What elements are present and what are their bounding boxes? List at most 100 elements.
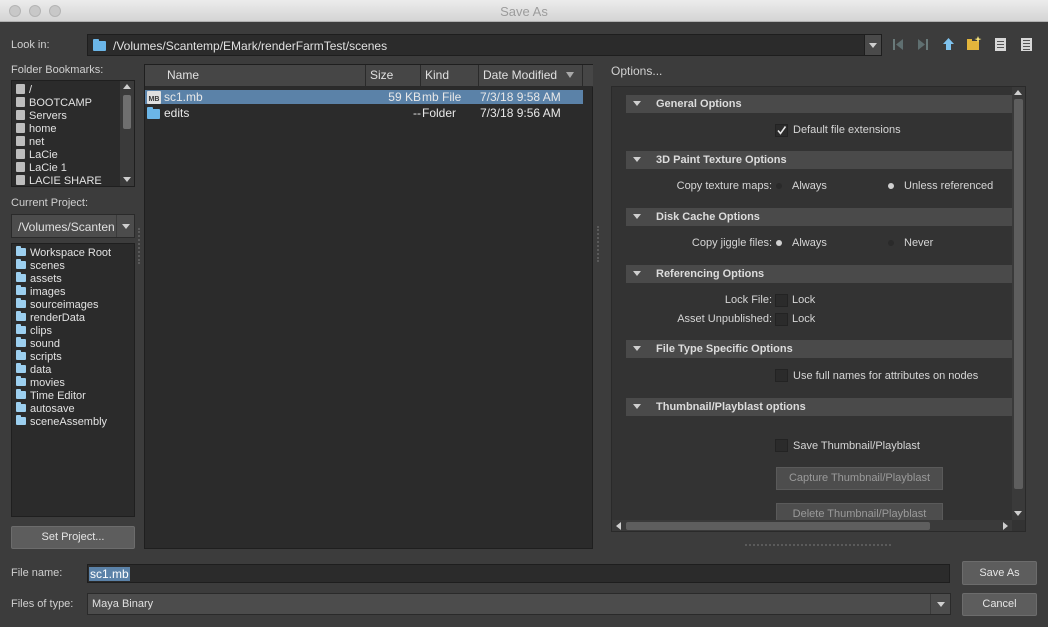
bookmark-item[interactable]: BOOTCAMP xyxy=(12,97,120,110)
workspace-item[interactable]: data xyxy=(12,363,111,377)
splitter-handle[interactable] xyxy=(138,228,140,264)
column-header-name[interactable]: Name xyxy=(145,65,366,87)
checkmark-icon xyxy=(777,126,787,135)
workspace-item[interactable]: scripts xyxy=(12,350,111,364)
workspace-item[interactable]: Workspace Root xyxy=(12,246,111,260)
collapse-icon xyxy=(633,346,641,351)
folder-icon xyxy=(16,298,26,308)
scroll-down-icon[interactable] xyxy=(123,177,131,182)
section-thumbnail-options[interactable]: Thumbnail/Playblast options xyxy=(626,398,1012,416)
workspace-item[interactable]: sceneAssembly xyxy=(12,415,111,429)
options-vertical-scrollbar[interactable] xyxy=(1012,87,1025,520)
workspace-item[interactable]: sourceimages xyxy=(12,298,111,312)
lock-file-checkbox[interactable] xyxy=(775,294,788,307)
capture-thumbnail-button[interactable]: Capture Thumbnail/Playblast xyxy=(776,467,943,490)
files-of-type-dropdown-button[interactable] xyxy=(930,594,950,614)
bookmark-item[interactable]: Servers xyxy=(12,110,120,123)
file-row[interactable]: MB sc1.mb 59 KB mb File 7/3/18 9:58 AM xyxy=(145,90,583,104)
default-file-extensions-checkbox[interactable] xyxy=(775,124,788,137)
section-file-type-options[interactable]: File Type Specific Options xyxy=(626,340,1012,358)
bookmarks-scrollbar[interactable] xyxy=(120,81,134,186)
section-disk-cache-options[interactable]: Disk Cache Options xyxy=(626,208,1012,226)
use-full-names-checkbox[interactable] xyxy=(775,369,788,382)
copy-jiggle-always-label: Always xyxy=(792,237,827,249)
up-folder-icon[interactable] xyxy=(942,37,955,51)
splitter-handle[interactable] xyxy=(745,544,891,546)
scroll-down-icon[interactable] xyxy=(1014,511,1022,516)
drive-icon xyxy=(16,175,25,185)
workspace-item[interactable]: assets xyxy=(12,272,111,286)
copy-jiggle-never-radio[interactable] xyxy=(888,240,894,246)
drive-icon xyxy=(16,136,25,146)
copy-texture-always-radio[interactable] xyxy=(776,183,782,189)
bookmark-item[interactable]: / xyxy=(12,84,120,97)
detail-view-icon[interactable] xyxy=(1021,38,1032,51)
scrollbar-thumb[interactable] xyxy=(123,95,131,129)
file-kind: mb File xyxy=(422,90,462,104)
lock-file-lock-label: Lock xyxy=(792,294,816,306)
look-in-dropdown-button[interactable] xyxy=(864,34,882,56)
scroll-up-icon[interactable] xyxy=(123,84,131,89)
column-header-size[interactable]: Size xyxy=(366,65,421,87)
bookmark-item[interactable]: LaCie 1 xyxy=(12,162,120,175)
section-general-options[interactable]: General Options xyxy=(626,95,1012,113)
workspace-list[interactable]: Workspace Root scenes assets images sour… xyxy=(11,243,135,517)
scrollbar-thumb[interactable] xyxy=(626,522,930,530)
workspace-item[interactable]: sound xyxy=(12,337,111,351)
current-project-label: Current Project: xyxy=(11,197,89,209)
splitter-handle[interactable] xyxy=(597,226,599,262)
workspace-item[interactable]: autosave xyxy=(12,402,111,416)
column-header-date[interactable]: Date Modified xyxy=(479,65,583,87)
scroll-left-icon[interactable] xyxy=(616,522,621,530)
new-folder-icon[interactable] xyxy=(966,36,982,51)
scrollbar-thumb[interactable] xyxy=(1014,99,1023,489)
file-name: edits xyxy=(164,106,190,120)
current-project-combo[interactable]: /Volumes/Scanten xyxy=(11,214,135,238)
section-3d-paint-options[interactable]: 3D Paint Texture Options xyxy=(626,151,1012,169)
collapse-icon xyxy=(633,214,641,219)
collapse-icon xyxy=(633,101,641,106)
folder-icon xyxy=(16,246,26,256)
scroll-right-icon[interactable] xyxy=(1003,522,1008,530)
bookmark-item[interactable]: home xyxy=(12,123,120,136)
forward-icon[interactable] xyxy=(918,38,928,51)
column-header-kind[interactable]: Kind xyxy=(421,65,479,87)
file-name-input[interactable]: sc1.mb xyxy=(87,564,950,583)
options-horizontal-scrollbar[interactable] xyxy=(612,520,1012,531)
project-dropdown-button[interactable] xyxy=(116,215,134,237)
cancel-button[interactable]: Cancel xyxy=(962,593,1037,616)
copy-jiggle-never-label: Never xyxy=(904,237,934,249)
set-project-button[interactable]: Set Project... xyxy=(11,526,135,549)
scroll-up-icon[interactable] xyxy=(1014,90,1022,95)
save-thumbnail-checkbox[interactable] xyxy=(775,439,788,452)
bookmark-item[interactable]: net xyxy=(12,136,120,149)
file-name: sc1.mb xyxy=(164,90,203,104)
workspace-item[interactable]: images xyxy=(12,285,111,299)
look-in-path-combo[interactable]: /Volumes/Scantemp/EMark/renderFarmTest/s… xyxy=(87,34,866,56)
file-list[interactable]: Name Size Kind Date Modified MB sc1.mb 5… xyxy=(144,64,593,549)
folder-icon xyxy=(16,415,26,425)
list-view-icon[interactable] xyxy=(995,38,1006,51)
drive-icon xyxy=(16,97,25,107)
files-of-type-label: Files of type: xyxy=(11,598,74,610)
workspace-item[interactable]: renderData xyxy=(12,311,111,325)
bookmarks-list[interactable]: / BOOTCAMP Servers home net LaCie LaCie … xyxy=(11,80,135,187)
copy-texture-unless-referenced-radio[interactable] xyxy=(888,183,894,189)
workspace-item[interactable]: movies xyxy=(12,376,111,390)
workspace-item[interactable]: clips xyxy=(12,324,111,338)
save-as-button[interactable]: Save As xyxy=(962,561,1037,585)
file-row[interactable]: edits -- Folder 7/3/18 9:56 AM xyxy=(145,106,583,120)
files-of-type-combo[interactable]: Maya Binary xyxy=(87,593,951,615)
bookmark-item[interactable]: LACIE SHARE xyxy=(12,175,120,186)
file-name-label: File name: xyxy=(11,567,63,579)
bookmark-item[interactable]: LaCie xyxy=(12,149,120,162)
workspace-item[interactable]: Time Editor xyxy=(12,389,111,403)
options-title: Options... xyxy=(611,64,663,78)
copy-jiggle-always-radio[interactable] xyxy=(776,240,782,246)
back-icon[interactable] xyxy=(893,38,903,51)
workspace-item[interactable]: scenes xyxy=(12,259,111,273)
file-name-value: sc1.mb xyxy=(89,567,130,581)
asset-unpublished-checkbox[interactable] xyxy=(775,313,788,326)
section-referencing-options[interactable]: Referencing Options xyxy=(626,265,1012,283)
chevron-down-icon xyxy=(869,43,877,48)
